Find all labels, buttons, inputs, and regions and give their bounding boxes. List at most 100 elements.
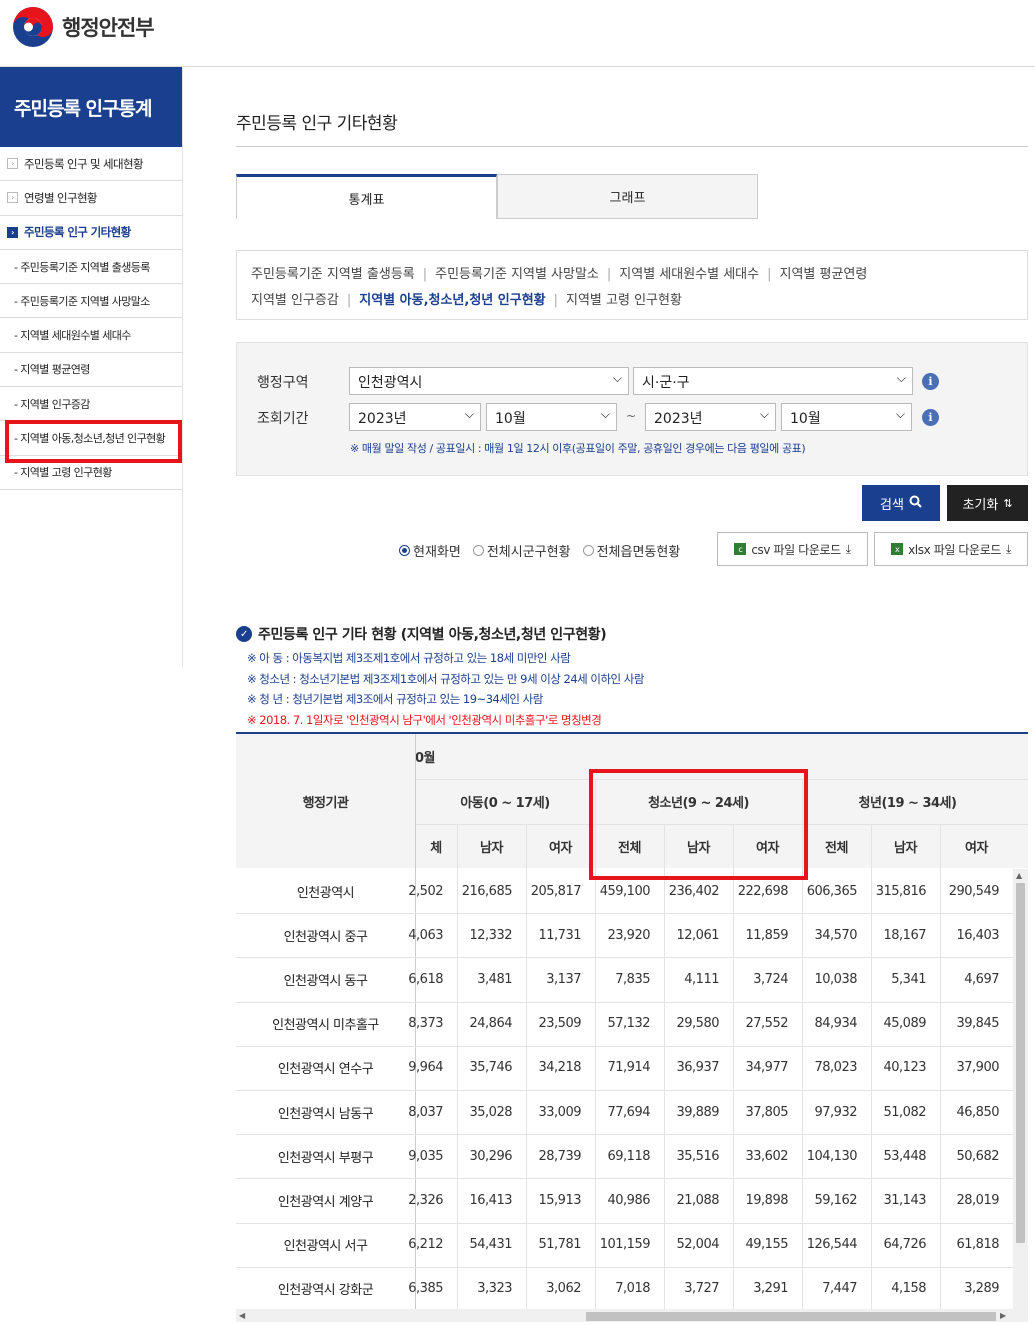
subnav-link-5[interactable]: 지역별 아동,청소년,청년 인구현황 (359, 293, 545, 308)
table-cell: 37,805 (745, 1104, 789, 1120)
table-cell: 3,481 (477, 971, 512, 987)
subnav-link-3[interactable]: 지역별 평균연령 (780, 267, 868, 282)
table-cell: 49,155 (745, 1237, 789, 1253)
subnav-link-4[interactable]: 지역별 인구증감 (251, 293, 339, 308)
table-cell: 46,850 (956, 1104, 1000, 1120)
chevron-down-icon: ⌵ (895, 407, 905, 421)
period-label: 조회기간 (257, 411, 309, 427)
search-button[interactable]: 검색 (862, 485, 940, 521)
subnav-link-0[interactable]: 주민등록기준 지역별 출생등록 (251, 267, 415, 282)
header-sub-0: 체 (430, 841, 442, 856)
table-cell: 33,009 (538, 1104, 582, 1120)
region-info-icon[interactable]: i (922, 373, 939, 390)
filter-panel: 행정구역 조회기간 인천광역시 ⌵ 시·군·구 ⌵ i 2023년 ⌵ 10월 ⌵ ~ … (236, 342, 1028, 476)
radio-all-eupmyeondong[interactable]: 전체읍면동현황 (582, 541, 680, 560)
scroll-left-icon[interactable]: ◀ (239, 1311, 245, 1320)
table-cell: 59,162 (814, 1192, 858, 1208)
sigungu-select[interactable]: 시·군·구 ⌵ (633, 367, 913, 395)
scroll-thumb[interactable] (1016, 883, 1025, 1243)
reset-button[interactable]: 초기화 ⇅ (947, 485, 1028, 521)
table-cell: 52,004 (676, 1237, 720, 1253)
sidebar-item-7[interactable]: - 지역별 인구증감 (0, 387, 182, 422)
sidebar-item-4[interactable]: - 주민등록기준 지역별 사망말소 (0, 284, 182, 319)
table-cell: 34,218 (538, 1060, 582, 1076)
header-sub-1: 남자 (480, 841, 503, 856)
table-cell: 16,413 (469, 1192, 513, 1208)
sidebar-item-1[interactable]: › 연령별 인구현황 (0, 181, 182, 216)
csv-download-button[interactable]: c csv 파일 다운로드 ⤓ (717, 532, 868, 566)
sidebar-item-0[interactable]: › 주민등록 인구 및 세대현황 (0, 147, 182, 182)
scroll-right-icon[interactable]: ▶ (1000, 1311, 1006, 1320)
table-cell: 21,088 (676, 1192, 720, 1208)
xlsx-download-button[interactable]: x xlsx 파일 다운로드 ⤓ (874, 532, 1028, 566)
subnav-separator: | (606, 267, 612, 282)
sidebar-item-5[interactable]: - 지역별 세대원수별 세대수 (0, 318, 182, 353)
scroll-up-icon[interactable]: ▲ (1016, 871, 1022, 880)
row-org-name: 인천광역시 남동구 (277, 1106, 374, 1122)
table-cell: 4,697 (964, 971, 999, 987)
table-cell: 50,682 (956, 1148, 1000, 1164)
subnav-link-6[interactable]: 지역별 고령 인구현황 (566, 293, 682, 308)
table-cell: 37,900 (956, 1060, 1000, 1076)
table-cell: 61,818 (956, 1237, 1000, 1253)
end-month-select[interactable]: 10월 ⌵ (781, 403, 912, 431)
chevron-down-icon: ⌵ (896, 371, 906, 385)
radio-all-sigungu[interactable]: 전체시군구현황 (472, 541, 571, 560)
table-cell: 35,746 (469, 1060, 513, 1076)
header-sub-6: 전체 (825, 841, 848, 856)
sido-select[interactable]: 인천광역시 ⌵ (349, 367, 629, 395)
subnav-link-1[interactable]: 주민등록기준 지역별 사망말소 (435, 267, 599, 282)
subnav-link-2[interactable]: 지역별 세대원수별 세대수 (619, 267, 759, 282)
section-title: 주민등록 인구 기타 현황 (지역별 아동,청소년,청년 인구현황) (258, 627, 607, 643)
definition-notes: ※ 아 동 : 아동복지법 제3조제1호에서 규정하고 있는 18세 미만인 사… (247, 648, 644, 730)
youth-column-highlight-box (589, 769, 808, 880)
table-cell: 69,118 (607, 1148, 651, 1164)
sidebar-item-6[interactable]: - 지역별 평균연령 (0, 353, 182, 388)
table-cell: 35,516 (676, 1148, 720, 1164)
table-cell: 10,038 (814, 971, 858, 987)
table-cell: 53,448 (883, 1148, 927, 1164)
tab-graph[interactable]: 그래프 (497, 174, 758, 219)
table-cell: 6,618 (408, 971, 443, 987)
sidebar-item-3[interactable]: - 주민등록기준 지역별 출생등록 (0, 250, 182, 285)
vertical-scrollbar[interactable]: ▲ (1013, 869, 1028, 1309)
radio-label: 전체시군구현황 (486, 545, 571, 560)
sidebar-title: 주민등록 인구통계 (0, 67, 182, 147)
ministry-logo[interactable]: 행정안전부 (12, 6, 155, 48)
chevron-down-icon: ⌵ (612, 371, 622, 385)
sigungu-value: 시·군·구 (642, 375, 690, 391)
sidebar-item-label: - 주민등록기준 지역별 사망말소 (14, 294, 150, 308)
tab-table[interactable]: 통계표 (236, 174, 497, 219)
start-year-select[interactable]: 2023년 ⌵ (349, 403, 481, 431)
reset-icon: ⇅ (1003, 496, 1013, 510)
chevron-down-icon: ⌵ (464, 407, 474, 421)
radio-current-view[interactable]: 현재화면 (399, 541, 461, 560)
sub-navigation: 주민등록기준 지역별 출생등록 | 주민등록기준 지역별 사망말소 | 지역별 세대원수… (236, 250, 1028, 320)
row-org-name: 인천광역시 동구 (283, 973, 368, 989)
start-month-select[interactable]: 10월 ⌵ (486, 403, 617, 431)
chevron-right-icon: › (7, 226, 18, 238)
table-cell: 3,724 (753, 971, 788, 987)
end-year-select[interactable]: 2023년 ⌵ (645, 403, 776, 431)
table-cell: 51,781 (538, 1237, 582, 1253)
xlsx-file-icon: x (891, 543, 904, 555)
table-cell: 205,817 (530, 883, 582, 899)
sidebar-item-label: - 주민등록기준 지역별 출생등록 (14, 260, 150, 274)
subnav-separator: | (422, 267, 428, 282)
horizontal-scrollbar[interactable]: ◀ ▶ (236, 1309, 1028, 1322)
table-cell: 11,731 (538, 927, 582, 943)
csv-label: csv 파일 다운로드 (751, 542, 841, 557)
table-cell: 12,061 (676, 927, 720, 943)
table-cell: 606,365 (806, 883, 858, 899)
scroll-thumb[interactable] (586, 1312, 996, 1321)
start-year-value: 2023년 (358, 411, 407, 427)
row-org-name: 인천광역시 계양구 (277, 1194, 374, 1210)
csv-file-icon: c (734, 543, 747, 555)
radio-label: 현재화면 (413, 545, 461, 560)
row-org-name: 인천광역시 미추홀구 (272, 1018, 379, 1034)
period-info-icon[interactable]: i (922, 409, 939, 426)
table-cell: 3,137 (546, 971, 581, 987)
row-org-name: 인천광역시 (296, 885, 355, 901)
sidebar-item-2[interactable]: › 주민등록 인구 기타현황 (0, 216, 182, 250)
table-cell: 7,018 (615, 1281, 650, 1297)
